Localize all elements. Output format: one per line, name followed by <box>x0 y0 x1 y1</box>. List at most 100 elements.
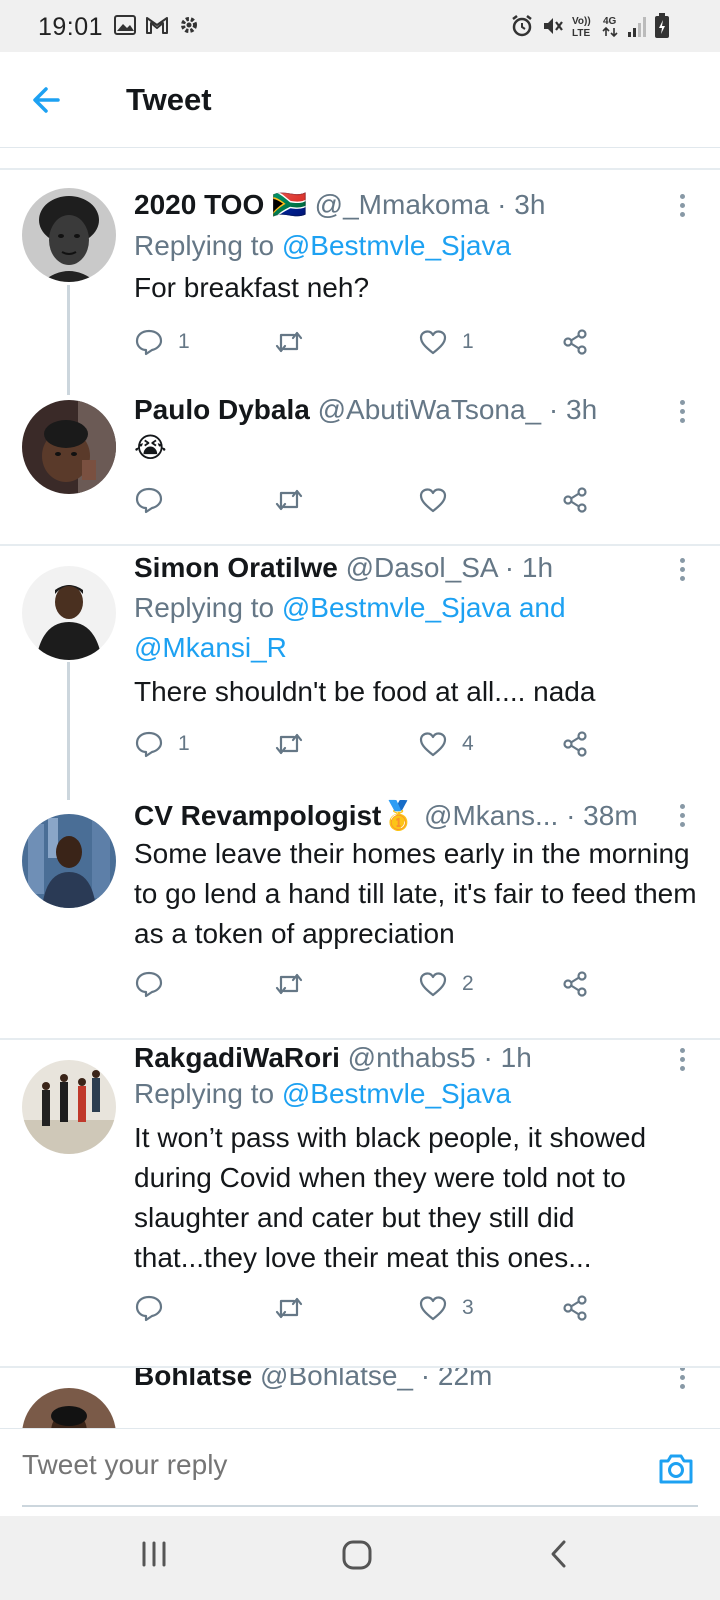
avatar[interactable] <box>22 1388 116 1428</box>
display-name[interactable]: Simon Oratilwe <box>134 552 338 583</box>
tweet-actions: 1 1 <box>134 324 614 360</box>
camera-icon[interactable] <box>656 1449 696 1489</box>
reply-icon <box>135 971 163 998</box>
share-icon <box>563 487 587 513</box>
tweet[interactable]: Paulo Dybala @AbutiWaTsona_ · 3h 😭 <box>0 388 720 544</box>
page-title: Tweet <box>126 82 212 117</box>
more-options-icon[interactable] <box>672 192 692 222</box>
more-options-icon[interactable] <box>672 556 692 586</box>
tweet-text: It won’t pass with black people, it show… <box>134 1122 647 1273</box>
like-button[interactable]: 1 <box>418 324 474 360</box>
tweet-header: CV Revampologist🥇 @Mkans... · 38m <box>134 800 638 831</box>
tweet-header: Bohlatse @Bohlatse_ · 22m <box>134 1368 492 1394</box>
tweet-text: There shouldn't be food at all.... nada <box>134 676 596 707</box>
share-button[interactable] <box>560 966 590 1002</box>
status-time: 19:01 <box>38 13 104 41</box>
like-button[interactable] <box>418 482 448 518</box>
retweet-button[interactable] <box>274 324 304 360</box>
share-button[interactable] <box>560 1290 590 1326</box>
thread-line <box>67 662 70 800</box>
display-name[interactable]: RakgadiWaRori <box>134 1042 340 1073</box>
heart-icon <box>419 732 447 757</box>
timestamp: 1h <box>521 552 554 583</box>
reply-count: 1 <box>178 732 190 755</box>
tweet-text: Some leave their homes early in the morn… <box>134 838 697 949</box>
display-name[interactable]: Paulo Dybala <box>134 394 310 425</box>
recent-apps-icon[interactable] <box>138 1538 170 1570</box>
mention-link[interactable]: @Bestmvle_Sjava <box>282 1078 511 1109</box>
tweet[interactable]: CV Revampologist🥇 @Mkans... · 38m Some l… <box>0 798 720 1038</box>
tweet[interactable]: Bohlatse @Bohlatse_ · 22m <box>0 1368 720 1428</box>
like-button[interactable]: 2 <box>418 966 474 1002</box>
like-button[interactable]: 3 <box>418 1290 474 1326</box>
heart-icon <box>419 488 447 513</box>
system-nav-bar <box>0 1516 720 1600</box>
reply-button[interactable] <box>134 482 164 518</box>
display-name[interactable]: CV Revampologist <box>134 800 381 831</box>
tweet-actions: 2 <box>134 966 614 1002</box>
back-arrow-icon[interactable] <box>28 80 68 120</box>
avatar[interactable] <box>22 1060 116 1154</box>
svg-text:LTE: LTE <box>572 28 590 38</box>
retweet-icon <box>275 331 303 353</box>
app-header: Tweet <box>0 52 720 148</box>
tweet[interactable]: Simon Oratilwe @Dasol_SA · 1h Replying t… <box>0 546 720 800</box>
reply-composer <box>0 1428 720 1516</box>
alarm-icon <box>512 15 532 37</box>
tweet-header: RakgadiWaRori @nthabs5 · 1h <box>134 1042 532 1073</box>
handle[interactable]: @_Mmakoma <box>315 189 490 220</box>
replying-to: Replying to @Bestmvle_Sjava <box>134 230 512 261</box>
tweet-header: Paulo Dybala @AbutiWaTsona_ · 3h <box>134 394 598 425</box>
retweet-button[interactable] <box>274 726 304 762</box>
retweet-button[interactable] <box>274 1290 304 1326</box>
reply-icon <box>135 731 163 758</box>
reply-input[interactable] <box>22 1449 582 1481</box>
handle[interactable]: @AbutiWaTsona_ <box>318 394 542 425</box>
handle[interactable]: @Mkans... <box>424 800 558 831</box>
timestamp: 3h <box>514 189 546 220</box>
retweet-button[interactable] <box>274 482 304 518</box>
like-count: 3 <box>462 1296 474 1319</box>
avatar[interactable] <box>22 566 116 660</box>
reply-icon <box>135 1295 163 1322</box>
tweet[interactable]: 2020 TOO 🇿🇦 @_Mmakoma · 3h Replying to @… <box>0 170 720 395</box>
like-count: 2 <box>462 972 474 995</box>
avatar[interactable] <box>22 188 116 282</box>
timestamp: 22m <box>437 1368 493 1391</box>
retweet-icon <box>275 1297 303 1319</box>
reply-button[interactable]: 1 <box>134 726 190 762</box>
avatar[interactable] <box>22 814 116 908</box>
retweet-icon <box>275 733 303 755</box>
reply-button[interactable] <box>134 1290 164 1326</box>
mention-link[interactable]: @Bestmvle_Sjava <box>282 230 511 261</box>
home-icon[interactable] <box>340 1538 374 1572</box>
tweet-header: 2020 TOO 🇿🇦 @_Mmakoma · 3h <box>134 189 546 220</box>
more-options-icon[interactable] <box>672 802 692 832</box>
more-options-icon[interactable] <box>672 1368 692 1394</box>
handle[interactable]: @Dasol_SA <box>346 552 497 583</box>
share-button[interactable] <box>560 324 590 360</box>
more-options-icon[interactable] <box>672 1046 692 1076</box>
display-name[interactable]: 2020 TOO <box>134 189 264 220</box>
heart-icon <box>419 330 447 355</box>
more-options-icon[interactable] <box>672 398 692 428</box>
avatar[interactable] <box>22 400 116 494</box>
thread-line <box>67 285 70 395</box>
heart-icon <box>419 972 447 997</box>
back-icon[interactable] <box>544 1538 574 1570</box>
retweet-button[interactable] <box>274 966 304 1002</box>
retweet-icon <box>275 489 303 511</box>
reply-button[interactable] <box>134 966 164 1002</box>
handle[interactable]: @Bohlatse_ <box>260 1368 413 1391</box>
svg-text:Vo)): Vo)) <box>572 16 591 27</box>
display-name[interactable]: Bohlatse <box>134 1368 252 1391</box>
like-button[interactable]: 4 <box>418 726 474 762</box>
reply-button[interactable]: 1 <box>134 324 190 360</box>
handle[interactable]: @nthabs5 <box>348 1042 476 1073</box>
share-button[interactable] <box>560 726 590 762</box>
tweet[interactable]: RakgadiWaRori @nthabs5 · 1h Replying to … <box>0 1040 720 1366</box>
share-icon <box>563 971 587 997</box>
tweet-actions <box>134 482 614 518</box>
4g-icon: 4G <box>602 16 618 38</box>
share-button[interactable] <box>560 482 590 518</box>
